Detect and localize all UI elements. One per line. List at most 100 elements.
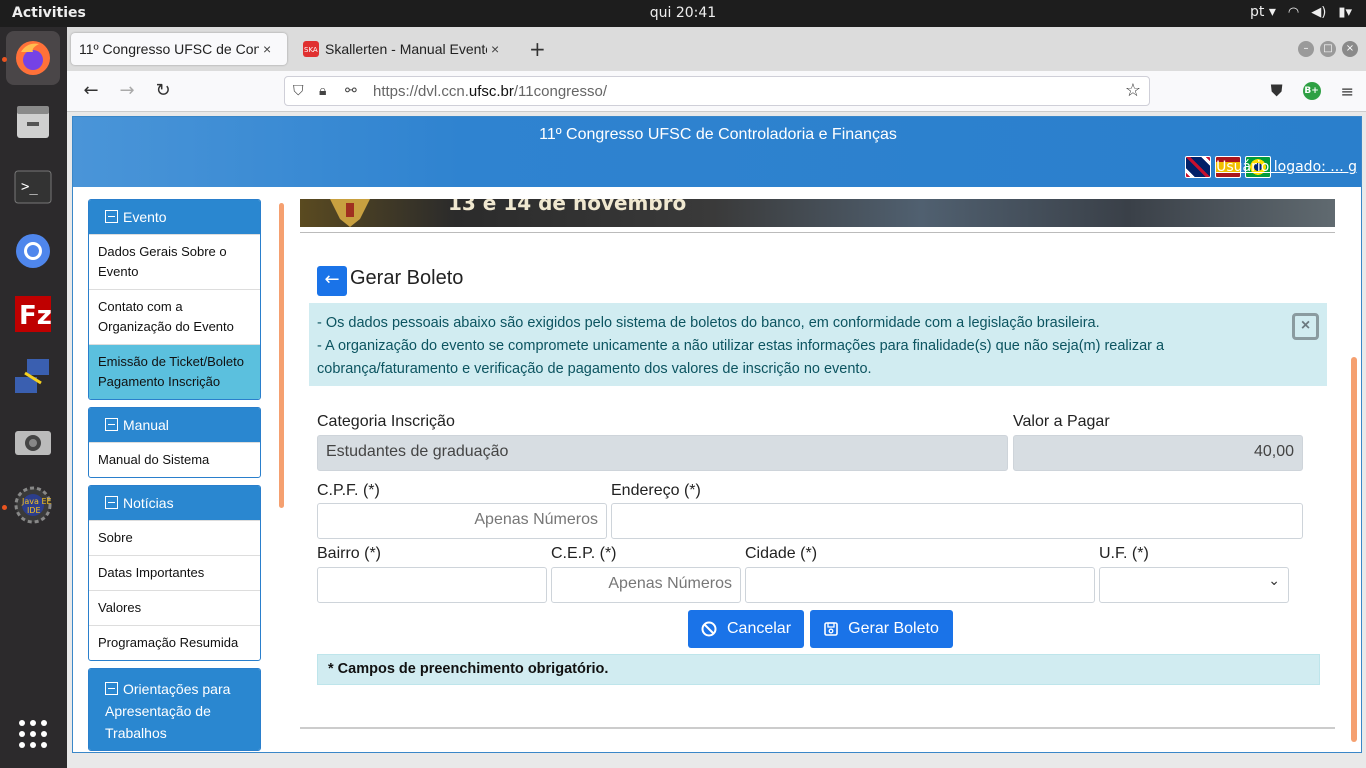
close-window-icon[interactable]: ×: [1342, 41, 1358, 57]
alert-line-1: - Os dados pessoais abaixo são exigidos …: [317, 315, 1100, 331]
logged-user-link[interactable]: Usuário logado: ... g: [1207, 159, 1357, 175]
system-tray[interactable]: pt ▾ ◠ ◀) ▮▾: [1250, 4, 1352, 20]
sidebar-item-emissao-boleto[interactable]: Emissão de Ticket/Boleto Pagamento Inscr…: [89, 344, 260, 399]
svg-text:Java EE: Java EE: [21, 497, 52, 506]
firefox-launcher[interactable]: [6, 31, 60, 85]
ban-icon: [701, 621, 717, 637]
sidebar-item-manual[interactable]: Manual do Sistema: [89, 442, 260, 477]
url-bar[interactable]: ⛉ 🔒︎ ⚯ https://dvl.ccn.ufsc.br/11congres…: [284, 76, 1150, 106]
tab-close-icon[interactable]: ×: [263, 41, 271, 57]
tab-congresso[interactable]: 11º Congresso UFSC de Controladoria ×: [71, 33, 287, 65]
collapse-icon: [105, 210, 118, 223]
sidebar: Evento Dados Gerais Sobre o Evento Conta…: [88, 199, 261, 752]
firefox-icon: [16, 41, 50, 75]
tab-close-icon[interactable]: ×: [491, 41, 499, 57]
svg-text:IDE: IDE: [27, 506, 41, 515]
url-text[interactable]: https://dvl.ccn.ufsc.br/11congresso/: [373, 83, 607, 100]
categoria-field[interactable]: Estudantes de graduação: [317, 435, 1008, 471]
network-icon: [15, 359, 49, 393]
terminal-launcher[interactable]: >_: [6, 160, 60, 214]
new-tab-button[interactable]: +: [529, 37, 546, 61]
permissions-icon[interactable]: ⚯: [345, 82, 357, 99]
page-title: Gerar Boleto: [350, 267, 464, 289]
show-applications-button[interactable]: [6, 707, 60, 761]
running-indicator: [2, 505, 7, 510]
java-ee-ide-launcher[interactable]: Java EE IDE: [6, 478, 60, 532]
save-icon: [824, 622, 838, 636]
cidade-input[interactable]: [745, 567, 1095, 603]
toolbar-right: ⛊ B+ ≡: [1271, 81, 1354, 101]
generate-boleto-button[interactable]: Gerar Boleto: [810, 610, 953, 648]
camera-launcher[interactable]: [6, 414, 60, 468]
arrow-left-icon: ←: [324, 269, 340, 290]
panel-manual: Manual Manual do Sistema: [88, 407, 261, 478]
panel-noticias: Notícias Sobre Datas Importantes Valores…: [88, 485, 261, 661]
language-indicator[interactable]: pt ▾: [1250, 4, 1276, 20]
tab-title: 11º Congresso UFSC de Controladoria: [79, 41, 259, 57]
divider: [300, 727, 1335, 729]
svg-text:>_: >_: [21, 179, 38, 195]
sidebar-item-valores[interactable]: Valores: [89, 590, 260, 625]
bairro-label: Bairro (*): [317, 545, 382, 562]
cep-input[interactable]: Apenas Números: [551, 567, 741, 603]
chromium-launcher[interactable]: [6, 224, 60, 278]
page-scrollbar[interactable]: [1351, 357, 1357, 742]
divider: [300, 232, 1335, 233]
required-fields-note: * Campos de preenchimento obrigatório.: [317, 654, 1320, 685]
terminal-icon: >_: [14, 170, 52, 204]
info-alert: - Os dados pessoais abaixo são exigidos …: [309, 303, 1327, 386]
banner-dates: 13 e 14 de novembro: [448, 199, 687, 215]
shield-icon[interactable]: ⛉: [293, 82, 304, 99]
sidebar-item-sobre[interactable]: Sobre: [89, 520, 260, 555]
network-tool-launcher[interactable]: [6, 350, 60, 404]
camera-icon: [15, 431, 51, 455]
sidebar-scrollbar[interactable]: [279, 203, 284, 508]
cpf-input[interactable]: Apenas Números: [317, 503, 607, 539]
forward-icon[interactable]: →: [115, 79, 139, 103]
cancel-button[interactable]: Cancelar: [688, 610, 804, 648]
sidebar-item-dados-gerais[interactable]: Dados Gerais Sobre o Evento: [89, 234, 260, 289]
activities-button[interactable]: Activities: [12, 5, 86, 21]
panel-noticias-header[interactable]: Notícias: [89, 486, 260, 520]
back-icon[interactable]: ←: [79, 79, 103, 103]
maximize-icon[interactable]: □: [1320, 41, 1336, 57]
valor-field[interactable]: 40,00: [1013, 435, 1303, 471]
bookmark-star-icon[interactable]: ☆: [1125, 80, 1141, 101]
tab-skallerten[interactable]: SKA Skallerten - Manual Eventos ×: [295, 33, 511, 65]
extension-icon[interactable]: B+: [1302, 82, 1321, 100]
sidebar-item-contato[interactable]: Contato com a Organização do Evento: [89, 289, 260, 344]
reload-icon[interactable]: ↻: [151, 79, 175, 103]
site-header: 11º Congresso UFSC de Controladoria e Fi…: [73, 117, 1361, 187]
files-launcher[interactable]: [6, 95, 60, 149]
lock-icon[interactable]: 🔒︎: [319, 82, 326, 99]
site-title: 11º Congresso UFSC de Controladoria e Fi…: [539, 126, 897, 143]
wifi-icon: ◠: [1287, 4, 1300, 20]
uf-label: U.F. (*): [1099, 545, 1149, 562]
uf-select[interactable]: [1099, 567, 1289, 603]
sidebar-item-programacao[interactable]: Programação Resumida: [89, 625, 260, 660]
panel-evento-header[interactable]: Evento: [89, 200, 260, 234]
window-controls: – □ ×: [1298, 41, 1358, 57]
cpf-label: C.P.F. (*): [317, 482, 380, 499]
pocket-icon[interactable]: ⛊: [1271, 81, 1283, 101]
panel-manual-header[interactable]: Manual: [89, 408, 260, 442]
chromium-icon: [16, 234, 50, 268]
close-icon[interactable]: ×: [1292, 313, 1319, 340]
event-logo-icon: [330, 199, 370, 227]
system-top-bar: Activities qui 20:41 pt ▾ ◠ ◀) ▮▾: [0, 0, 1366, 27]
valor-label: Valor a Pagar: [1013, 413, 1110, 430]
sidebar-item-datas[interactable]: Datas Importantes: [89, 555, 260, 590]
bairro-input[interactable]: [317, 567, 547, 603]
menu-icon[interactable]: ≡: [1341, 82, 1354, 101]
event-banner: 13 e 14 de novembro: [300, 199, 1335, 227]
tab-title: Skallerten - Manual Eventos: [325, 41, 487, 57]
panel-orientacoes-header[interactable]: Orientações para Apresentação de Trabalh…: [89, 669, 260, 750]
endereco-label: Endereço (*): [611, 482, 701, 499]
endereco-input[interactable]: [611, 503, 1303, 539]
browser-tab-bar: 11º Congresso UFSC de Controladoria × SK…: [67, 27, 1366, 71]
filezilla-launcher[interactable]: Fz: [6, 287, 60, 341]
clock[interactable]: qui 20:41: [0, 5, 1366, 21]
minimize-icon[interactable]: –: [1298, 41, 1314, 57]
files-icon: [17, 106, 49, 138]
back-button[interactable]: ←: [317, 266, 347, 296]
